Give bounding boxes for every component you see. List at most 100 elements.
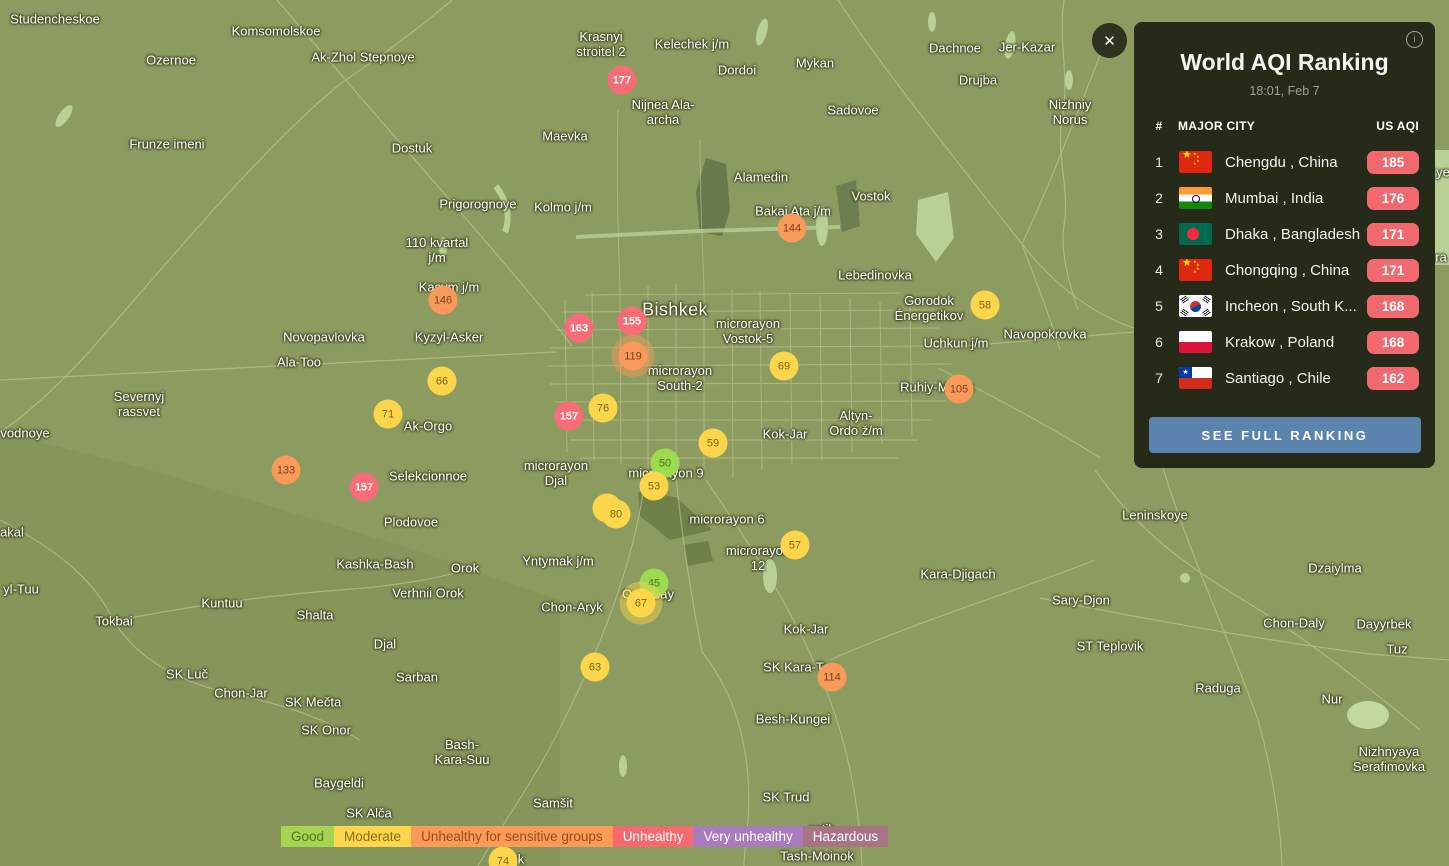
ranking-row[interactable]: 3 Dhaka , Bangladesh171 [1134, 216, 1435, 252]
map-place-label: Nur [1322, 692, 1343, 707]
map-place-label: SK Onor [301, 723, 351, 738]
aqi-station-marker[interactable]: 57 [781, 531, 810, 560]
map-place-label: Sarban [396, 670, 438, 685]
map-place-label: Bash- Kara-Suu [435, 737, 490, 767]
rank-number: 3 [1146, 226, 1172, 242]
map-place-label: Shalta [297, 608, 334, 623]
rank-number: 2 [1146, 190, 1172, 206]
ranking-row[interactable]: 5Incheon , South K...168 [1134, 288, 1435, 324]
map-place-label: Dostuk [392, 141, 432, 156]
aqi-badge: 162 [1367, 367, 1419, 390]
map-place-label: k [518, 852, 525, 866]
legend-item: Good [281, 826, 334, 847]
rank-number: 7 [1146, 370, 1172, 386]
aqi-station-marker[interactable]: 58 [971, 291, 1000, 320]
map-place-label: Kyzyl-Asker [415, 330, 484, 345]
country-flag-south-korea-icon [1179, 295, 1212, 317]
map-place-label: Plodovoe [384, 515, 438, 530]
info-icon[interactable]: i [1406, 31, 1423, 48]
close-icon: ✕ [1103, 32, 1116, 50]
map-place-label: Kelechek j/m [655, 37, 729, 52]
aqi-station-marker[interactable]: 157 [555, 402, 584, 431]
aqi-station-marker[interactable]: 177 [608, 66, 637, 95]
aqi-station-marker[interactable]: 114 [818, 663, 847, 692]
aqi-station-marker[interactable]: 59 [699, 429, 728, 458]
map-place-label: Nizhniy Norus [1049, 97, 1092, 127]
city-name: Dhaka , Bangladesh [1225, 226, 1367, 243]
map-place-label: Selekcionnoe [389, 469, 467, 484]
rank-number: 1 [1146, 154, 1172, 170]
ranking-row[interactable]: 6Krakow , Poland168 [1134, 324, 1435, 360]
map-place-label: Dzaiylma [1308, 561, 1361, 576]
river [1060, 0, 1078, 310]
panel-title: World AQI Ranking [1134, 49, 1435, 76]
city-grid [548, 110, 952, 478]
aqi-station-marker[interactable]: 53 [640, 472, 669, 501]
map-place-label: Dachnoe [929, 41, 981, 56]
see-full-ranking-button[interactable]: SEE FULL RANKING [1149, 417, 1421, 453]
map-place-label: Jer-Kazar [999, 40, 1055, 55]
aqi-station-marker[interactable]: 66 [428, 367, 457, 396]
aqi-station-marker[interactable]: 146 [429, 286, 458, 315]
aqi-station-marker[interactable]: 105 [945, 375, 974, 404]
map-place-label: ye [1436, 165, 1449, 180]
map-place-label: ST Teplovik [1077, 639, 1144, 654]
map-place-label: Kuntuu [201, 596, 242, 611]
country-flag-china-icon [1179, 259, 1212, 281]
ranking-row[interactable]: 7Santiago , Chile162 [1134, 360, 1435, 396]
map-place-label: ra [1435, 250, 1447, 265]
map-place-label: Kolmo j/m [534, 200, 592, 215]
map-place-label: microrayon Vostok-5 [716, 316, 780, 346]
ranking-row[interactable]: 4Chongqing , China171 [1134, 252, 1435, 288]
map-place-label: Mykan [796, 56, 834, 71]
aqi-station-marker[interactable]: 74 [489, 847, 518, 866]
legend-item: Unhealthy [613, 826, 694, 847]
aqi-station-marker[interactable]: 76 [589, 394, 618, 423]
ranking-row[interactable]: 1Chengdu , China185 [1134, 144, 1435, 180]
city-name: Mumbai , India [1225, 190, 1367, 207]
aqi-map-app: StudencheskoeKomsomolskoeOzernoeAk-Zhol … [0, 0, 1449, 866]
aqi-station-marker[interactable]: 163 [565, 314, 594, 343]
map-place-label: Nijnea Ala- archa [632, 97, 695, 127]
country-flag-india-icon [1179, 187, 1212, 209]
map-place-label: 110 kvartal j/m [406, 235, 469, 265]
city-name: Chongqing , China [1225, 262, 1367, 279]
city-name: Krakow , Poland [1225, 334, 1367, 351]
aqi-station-marker[interactable]: 133 [272, 456, 301, 485]
aqi-station-marker[interactable]: 80 [602, 500, 631, 529]
map-place-label: Chon-Daly [1263, 616, 1324, 631]
map-place-label: Altyn- Ordo ž/m [829, 408, 882, 438]
aqi-station-marker[interactable]: 67 [627, 589, 656, 618]
map-place-label: Maevka [542, 129, 588, 144]
aqi-station-marker[interactable]: 157 [350, 473, 379, 502]
country-flag-chile-icon [1179, 367, 1212, 389]
map-place-label: Ozernoe [146, 53, 196, 68]
aqi-station-marker[interactable]: 63 [581, 653, 610, 682]
map-place-label: Leninskoye [1122, 508, 1188, 523]
map-place-label: Djal [374, 637, 396, 652]
map-place-label: SK Luč [166, 667, 208, 682]
header-city: MAJOR CITY [1178, 119, 1376, 133]
world-aqi-ranking-panel: i World AQI Ranking 18:01, Feb 7 # MAJOR… [1134, 22, 1435, 468]
ranking-row[interactable]: 2 Mumbai , India176 [1134, 180, 1435, 216]
map-place-label: Ak-Orgo [404, 419, 452, 434]
ranking-header: # MAJOR CITY US AQI [1134, 119, 1435, 133]
header-aqi: US AQI [1376, 119, 1419, 133]
map-place-label: Chon-Jar [214, 686, 267, 701]
map-place-label: Orok [451, 561, 479, 576]
aqi-station-marker[interactable]: 69 [770, 352, 799, 381]
map-place-label: Verhnii Orok [392, 586, 464, 601]
aqi-badge: 176 [1367, 187, 1419, 210]
close-panel-button[interactable]: ✕ [1092, 23, 1127, 58]
legend-item: Very unhealthy [693, 826, 802, 847]
aqi-station-marker[interactable]: 155 [618, 307, 647, 336]
map-place-label: Nizhnyaya Serafimovka [1353, 744, 1425, 774]
aqi-badge: 171 [1367, 223, 1419, 246]
aqi-station-marker[interactable]: 144 [778, 214, 807, 243]
panel-timestamp: 18:01, Feb 7 [1134, 84, 1435, 98]
legend-item: Hazardous [803, 826, 888, 847]
rank-number: 4 [1146, 262, 1172, 278]
map-place-label: microrayon Djal [524, 458, 588, 488]
aqi-station-marker[interactable]: 71 [374, 400, 403, 429]
aqi-station-marker[interactable]: 119 [619, 342, 648, 371]
